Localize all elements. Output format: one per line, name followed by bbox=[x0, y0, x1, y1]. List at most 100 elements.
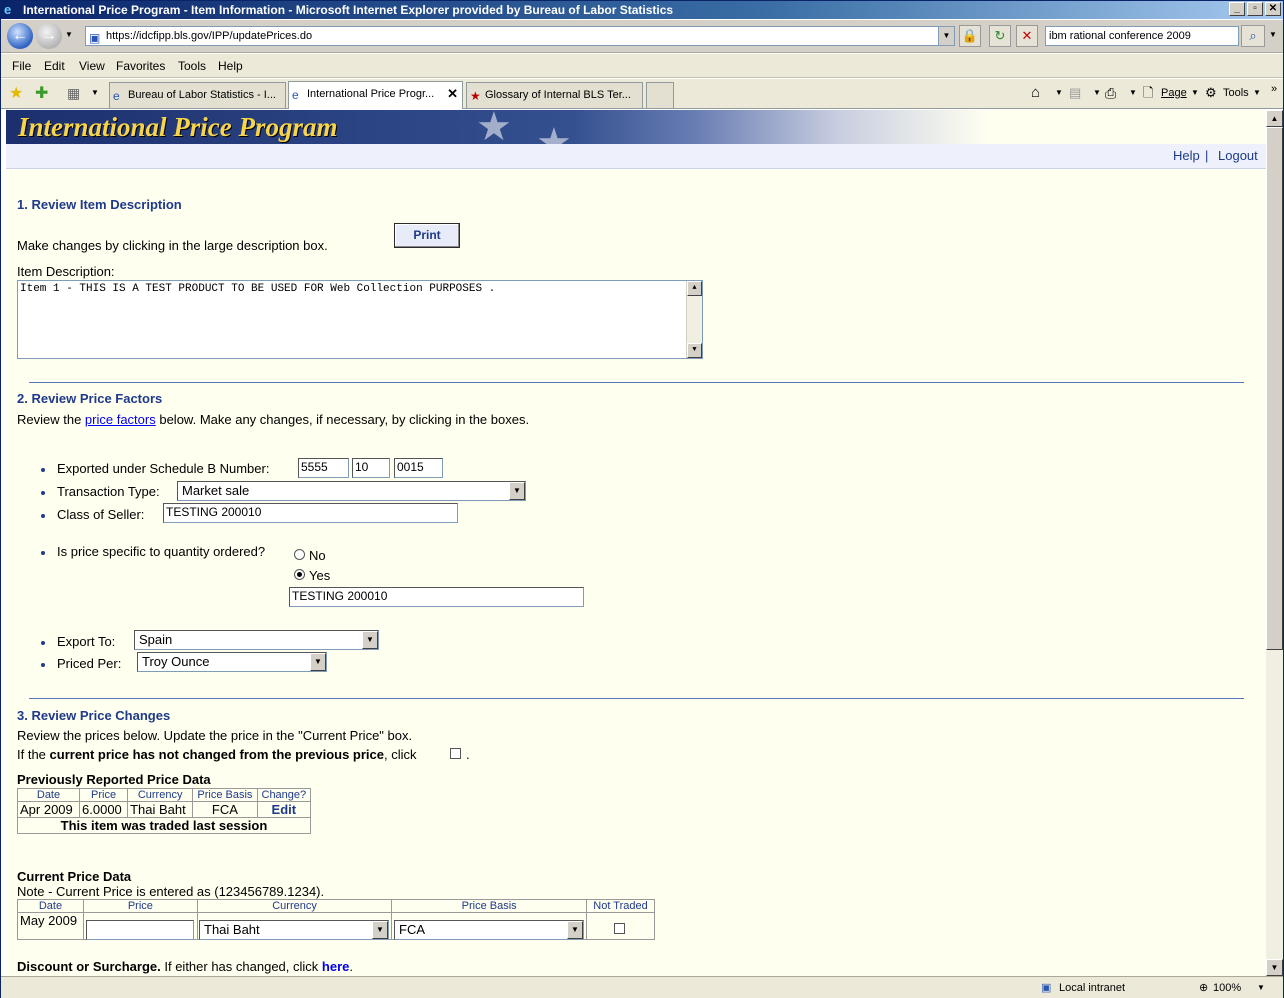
quantity-no-radio[interactable] bbox=[294, 549, 305, 560]
price-factors-link[interactable]: price factors bbox=[85, 412, 156, 427]
ie-tab-icon: e bbox=[113, 89, 120, 103]
class-of-seller-label: Class of Seller: bbox=[57, 507, 145, 522]
menu-edit[interactable]: Edit bbox=[44, 54, 65, 78]
scroll-thumb[interactable] bbox=[1266, 127, 1283, 650]
page-icon: ▣ bbox=[89, 31, 101, 45]
close-button[interactable]: ✕ bbox=[1265, 2, 1281, 16]
currency-select[interactable]: Thai Baht ▼ bbox=[199, 920, 389, 940]
menu-view[interactable]: View bbox=[79, 54, 105, 78]
home-icon[interactable]: ⌂ bbox=[1031, 81, 1040, 105]
discount-here-link[interactable]: here bbox=[322, 959, 349, 974]
tab-list-icon[interactable]: ▼ bbox=[91, 88, 99, 97]
transaction-type-label: Transaction Type: bbox=[57, 484, 160, 499]
favorites-star-icon[interactable]: ★ bbox=[9, 83, 23, 103]
feeds-icon[interactable]: ▤ bbox=[1069, 81, 1081, 105]
item-description-textarea[interactable]: Item 1 - THIS IS A TEST PRODUCT TO BE US… bbox=[17, 280, 703, 359]
tab-glossary[interactable]: ★ Glossary of Internal BLS Ter... bbox=[466, 82, 643, 108]
schedule-b-part3-input[interactable]: 0015 bbox=[394, 458, 443, 478]
tools-menu[interactable]: Tools bbox=[1223, 81, 1249, 105]
tab-ipp[interactable]: e International Price Progr... ✕ bbox=[288, 81, 463, 109]
minimize-button[interactable]: _ bbox=[1229, 2, 1245, 16]
tab-bls[interactable]: e Bureau of Labor Statistics - I... bbox=[109, 82, 286, 108]
home-dropdown-icon[interactable]: ▼ bbox=[1055, 81, 1063, 105]
status-bar: ▣ Local intranet ⊕ 100% ▼ bbox=[1, 976, 1283, 998]
dropdown-arrow-icon[interactable]: ▼ bbox=[372, 921, 388, 939]
prev-price-cell: 6.0000 bbox=[79, 801, 129, 818]
print-dropdown-icon[interactable]: ▼ bbox=[1129, 81, 1137, 105]
schedule-b-part1-input[interactable]: 5555 bbox=[298, 458, 349, 478]
add-favorite-icon[interactable]: ✚ bbox=[35, 83, 48, 103]
zoom-dropdown-icon[interactable]: ▼ bbox=[1257, 978, 1265, 998]
top-links-bar: Help | Logout bbox=[6, 144, 1266, 169]
page-scrollbar[interactable]: ▲ ▼ bbox=[1266, 110, 1283, 976]
schedule-b-label: Exported under Schedule B Number: bbox=[57, 461, 270, 476]
export-to-label: Export To: bbox=[57, 634, 116, 649]
previous-price-heading: Previously Reported Price Data bbox=[17, 772, 211, 787]
more-commands-icon[interactable]: » bbox=[1271, 77, 1277, 101]
price-unchanged-checkbox[interactable] bbox=[450, 748, 461, 759]
currency-value: Thai Baht bbox=[204, 922, 260, 937]
schedule-b-part2-input[interactable]: 10 bbox=[352, 458, 390, 478]
quick-tabs-icon[interactable]: ▦ bbox=[67, 85, 80, 102]
price-basis-value: FCA bbox=[399, 922, 425, 937]
maximize-button[interactable]: ▫ bbox=[1247, 2, 1263, 16]
search-input[interactable]: ibm rational conference 2009 bbox=[1045, 26, 1239, 46]
textarea-scrollbar[interactable]: ▲ ▼ bbox=[686, 281, 702, 358]
menu-help[interactable]: Help bbox=[218, 54, 243, 78]
zoom-level[interactable]: 100% bbox=[1213, 978, 1241, 998]
quantity-yes-radio[interactable] bbox=[294, 569, 305, 580]
column-header: Date bbox=[16, 788, 81, 802]
tools-dropdown-icon[interactable]: ▼ bbox=[1253, 81, 1261, 105]
class-of-seller-input[interactable]: TESTING 200010 bbox=[163, 503, 458, 523]
current-price-input[interactable] bbox=[86, 920, 194, 940]
logout-link[interactable]: Logout bbox=[1218, 148, 1258, 163]
stop-icon[interactable]: ✕ bbox=[1016, 25, 1038, 47]
lock-icon[interactable]: 🔒 bbox=[959, 25, 981, 47]
scroll-up-icon[interactable]: ▲ bbox=[687, 281, 702, 296]
zoom-icon[interactable]: ⊕ bbox=[1199, 978, 1208, 998]
dropdown-arrow-icon[interactable]: ▼ bbox=[509, 482, 525, 500]
forward-button[interactable]: → bbox=[36, 23, 62, 49]
column-header: Change? bbox=[256, 788, 312, 802]
dropdown-arrow-icon[interactable]: ▼ bbox=[567, 921, 583, 939]
dropdown-arrow-icon[interactable]: ▼ bbox=[310, 653, 326, 671]
print-icon[interactable]: ⎙ bbox=[1105, 81, 1116, 105]
page-dropdown-icon[interactable]: ▼ bbox=[1191, 81, 1199, 105]
back-button[interactable]: ← bbox=[7, 23, 33, 49]
bullet bbox=[41, 641, 45, 645]
help-link[interactable]: Help bbox=[1173, 148, 1200, 163]
bullet bbox=[41, 491, 45, 495]
scroll-down-icon[interactable]: ▼ bbox=[1266, 959, 1283, 976]
dropdown-arrow-icon[interactable]: ▼ bbox=[362, 631, 378, 649]
line2-text: If the bbox=[17, 747, 50, 762]
quantity-detail-input[interactable]: TESTING 200010 bbox=[289, 587, 584, 607]
scroll-down-icon[interactable]: ▼ bbox=[687, 343, 702, 358]
address-text: https://idcfipp.bls.gov/IPP/updatePrices… bbox=[106, 30, 313, 42]
transaction-type-select[interactable]: Market sale ▼ bbox=[177, 481, 526, 501]
feeds-dropdown-icon[interactable]: ▼ bbox=[1093, 81, 1101, 105]
edit-link[interactable]: Edit bbox=[256, 801, 312, 818]
close-tab-icon[interactable]: ✕ bbox=[447, 82, 458, 106]
menu-bar: File Edit View Favorites Tools Help bbox=[1, 54, 1283, 78]
menu-tools[interactable]: Tools bbox=[178, 54, 206, 78]
not-traded-checkbox[interactable] bbox=[614, 923, 625, 934]
history-dropdown-icon[interactable]: ▼ bbox=[65, 30, 73, 39]
address-dropdown-icon[interactable]: ▼ bbox=[938, 27, 954, 45]
page-menu[interactable]: Page bbox=[1161, 81, 1187, 105]
tab-label: International Price Progr... bbox=[307, 88, 435, 100]
new-tab-button[interactable] bbox=[646, 82, 674, 108]
bullet bbox=[41, 468, 45, 472]
address-field[interactable]: ▣ https://idcfipp.bls.gov/IPP/updatePric… bbox=[85, 26, 955, 46]
export-to-value: Spain bbox=[139, 632, 173, 647]
price-basis-select[interactable]: FCA ▼ bbox=[394, 920, 584, 940]
menu-file[interactable]: File bbox=[12, 54, 31, 78]
priced-per-select[interactable]: Troy Ounce ▼ bbox=[137, 652, 327, 672]
search-options-icon[interactable]: ▼ bbox=[1269, 30, 1277, 39]
export-to-select[interactable]: Spain ▼ bbox=[134, 630, 379, 650]
search-icon[interactable]: ⌕ bbox=[1241, 25, 1265, 47]
refresh-icon[interactable]: ↻ bbox=[989, 25, 1011, 47]
print-button[interactable]: Print bbox=[394, 223, 460, 248]
scroll-up-icon[interactable]: ▲ bbox=[1266, 110, 1283, 127]
intro-text: below. Make any changes, if necessary, b… bbox=[155, 412, 530, 427]
menu-favorites[interactable]: Favorites bbox=[116, 54, 165, 78]
